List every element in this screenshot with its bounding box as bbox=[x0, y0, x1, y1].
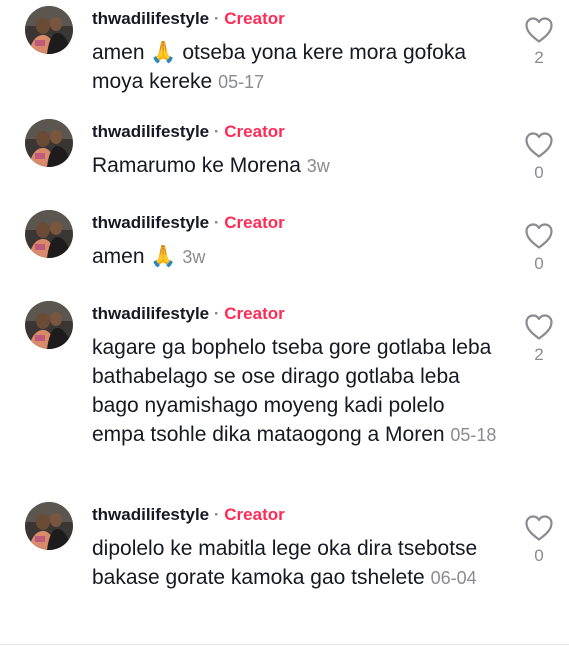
like-button[interactable]: 2 bbox=[522, 313, 556, 365]
creator-badge: Creator bbox=[224, 213, 285, 232]
separator-dot: · bbox=[213, 213, 220, 232]
separator-dot: · bbox=[213, 9, 220, 28]
heart-outline-icon bbox=[525, 132, 553, 158]
comment-text: Ramarumo ke Morena 3w bbox=[92, 151, 502, 181]
comment-time: 06-04 bbox=[430, 568, 477, 588]
comment-body: kagare ga bophelo tseba gore gotlaba leb… bbox=[92, 336, 492, 446]
avatar[interactable] bbox=[25, 502, 73, 550]
creator-badge: Creator bbox=[224, 9, 285, 28]
heart-outline-icon bbox=[525, 223, 553, 249]
comment-text: kagare ga bophelo tseba gore gotlaba leb… bbox=[92, 333, 502, 450]
username[interactable]: thwadilifestyle bbox=[92, 304, 209, 323]
creator-badge: Creator bbox=[224, 304, 285, 323]
creator-badge: Creator bbox=[224, 505, 285, 524]
username[interactable]: thwadilifestyle bbox=[92, 505, 209, 524]
heart-outline-icon bbox=[525, 17, 553, 43]
comment-body: dipolelo ke mabitla lege oka dira tsebot… bbox=[92, 537, 478, 589]
like-button[interactable]: 0 bbox=[522, 131, 556, 183]
comment-time: 3w bbox=[182, 247, 206, 267]
comment-time: 05-17 bbox=[218, 72, 265, 92]
bottom-divider bbox=[0, 644, 569, 645]
comment-header: thwadilifestyle · Creator bbox=[92, 504, 285, 526]
avatar-image bbox=[25, 6, 73, 54]
comment-text: dipolelo ke mabitla lege oka dira tsebot… bbox=[92, 534, 502, 593]
like-button[interactable]: 0 bbox=[522, 514, 556, 566]
username[interactable]: thwadilifestyle bbox=[92, 9, 209, 28]
avatar-image bbox=[25, 502, 73, 550]
comment-body: amen 🙏 otseba yona kere mora gofoka moya… bbox=[92, 41, 467, 93]
avatar[interactable] bbox=[25, 6, 73, 54]
like-count: 0 bbox=[534, 254, 544, 273]
username[interactable]: thwadilifestyle bbox=[92, 122, 209, 141]
comment-text: amen 🙏 3w bbox=[92, 242, 502, 272]
comment-body: amen 🙏 bbox=[92, 245, 177, 268]
like-count: 0 bbox=[534, 546, 544, 565]
separator-dot: · bbox=[213, 122, 220, 141]
comment-header: thwadilifestyle · Creator bbox=[92, 121, 285, 143]
avatar-image bbox=[25, 210, 73, 258]
comment-text: amen 🙏 otseba yona kere mora gofoka moya… bbox=[92, 38, 502, 97]
like-button[interactable]: 0 bbox=[522, 222, 556, 274]
comment-body: Ramarumo ke Morena bbox=[92, 154, 301, 177]
heart-outline-icon bbox=[525, 314, 553, 340]
comment-header: thwadilifestyle · Creator bbox=[92, 8, 285, 30]
like-button[interactable]: 2 bbox=[522, 16, 556, 68]
avatar-image bbox=[25, 119, 73, 167]
like-count: 2 bbox=[534, 345, 544, 364]
comment-time: 3w bbox=[306, 156, 330, 176]
comment-time: 05-18 bbox=[450, 425, 497, 445]
avatar-image bbox=[25, 301, 73, 349]
separator-dot: · bbox=[213, 505, 220, 524]
heart-outline-icon bbox=[525, 515, 553, 541]
like-count: 0 bbox=[534, 163, 544, 182]
username[interactable]: thwadilifestyle bbox=[92, 213, 209, 232]
avatar[interactable] bbox=[25, 301, 73, 349]
comment-header: thwadilifestyle · Creator bbox=[92, 212, 285, 234]
like-count: 2 bbox=[534, 48, 544, 67]
avatar[interactable] bbox=[25, 210, 73, 258]
avatar[interactable] bbox=[25, 119, 73, 167]
creator-badge: Creator bbox=[224, 122, 285, 141]
separator-dot: · bbox=[213, 304, 220, 323]
comment-header: thwadilifestyle · Creator bbox=[92, 303, 285, 325]
